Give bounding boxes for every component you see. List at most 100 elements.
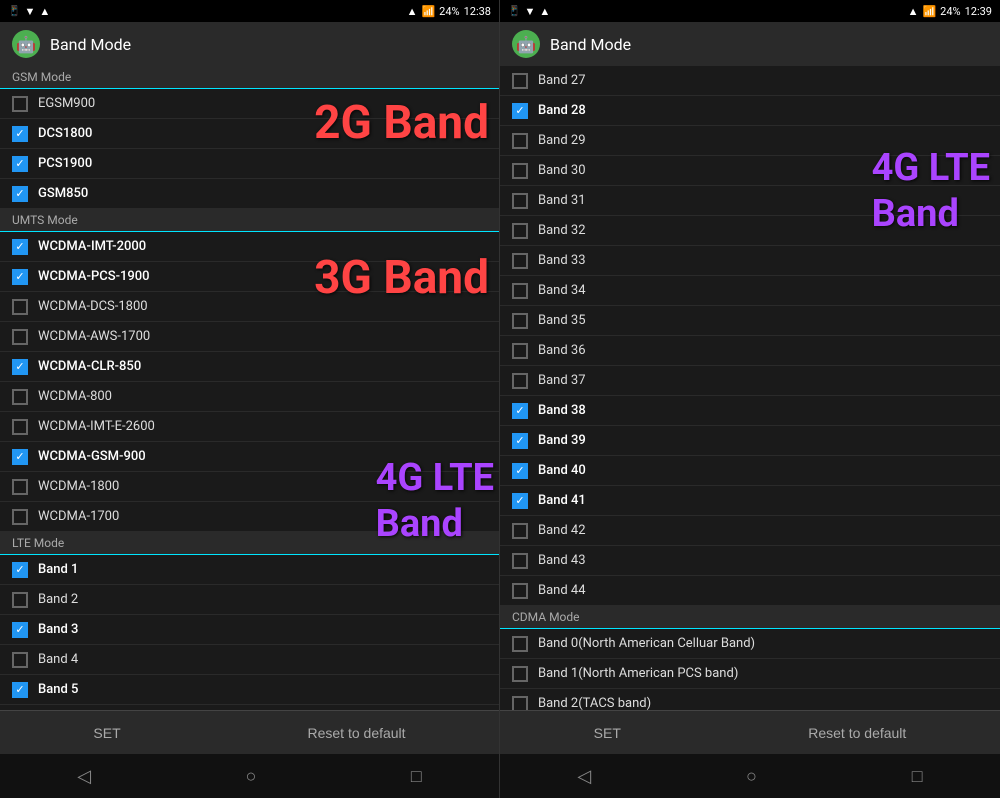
checkbox-band3[interactable] (12, 622, 28, 638)
label-wcdma-gsm-900: WCDMA-GSM-900 (38, 449, 146, 464)
list-item[interactable]: WCDMA-DCS-1800 (0, 292, 499, 322)
checkbox-r-band41[interactable] (512, 493, 528, 509)
list-item[interactable]: Band 2(TACS band) (500, 689, 1000, 710)
list-item[interactable]: Band 29 (500, 126, 1000, 156)
list-item[interactable]: Band 43 (500, 546, 1000, 576)
list-item[interactable]: Band 6 (0, 705, 499, 710)
list-item[interactable]: Band 1(North American PCS band) (500, 659, 1000, 689)
list-item[interactable]: WCDMA-AWS-1700 (0, 322, 499, 352)
list-item[interactable]: WCDMA-1700 (0, 502, 499, 532)
left-scroll-content[interactable]: GSM Mode EGSM900 DCS1800 PCS1900 GSM850 … (0, 66, 499, 710)
checkbox-wcdma-imt-e-2600[interactable] (12, 419, 28, 435)
list-item[interactable]: Band 32 (500, 216, 1000, 246)
right-recent-button[interactable]: □ (912, 766, 923, 787)
list-item[interactable]: Band 2 (0, 585, 499, 615)
right-scroll-content[interactable]: Band 27 Band 28 Band 29 Band 30 Band 31 … (500, 66, 1000, 710)
checkbox-r-band37[interactable] (512, 373, 528, 389)
right-status-bar: 📱 ▼ ▲ ▲ 📶 24% 12:39 (500, 0, 1000, 22)
checkbox-r-band40[interactable] (512, 463, 528, 479)
checkbox-r-band33[interactable] (512, 253, 528, 269)
checkbox-r-band38[interactable] (512, 403, 528, 419)
right-set-button[interactable]: SET (574, 717, 641, 749)
list-item[interactable]: WCDMA-IMT-E-2600 (0, 412, 499, 442)
checkbox-r-band27[interactable] (512, 73, 528, 89)
list-item[interactable]: Band 3 (0, 615, 499, 645)
checkbox-cdma0[interactable] (512, 636, 528, 652)
checkbox-dcs1800[interactable] (12, 126, 28, 142)
label-band3: Band 3 (38, 622, 78, 637)
left-recent-button[interactable]: □ (411, 766, 422, 787)
label-wcdma-imt-e-2600: WCDMA-IMT-E-2600 (38, 419, 155, 434)
list-item[interactable]: Band 1 (0, 555, 499, 585)
checkbox-band1[interactable] (12, 562, 28, 578)
right-panel-body: 4G LTEBand Band 27 Band 28 Band 29 Band … (500, 66, 1000, 710)
checkbox-wcdma-imt-2000[interactable] (12, 239, 28, 255)
list-item[interactable]: WCDMA-CLR-850 (0, 352, 499, 382)
checkbox-gsm850[interactable] (12, 186, 28, 202)
list-item[interactable]: Band 36 (500, 336, 1000, 366)
checkbox-wcdma-800[interactable] (12, 389, 28, 405)
checkbox-r-band30[interactable] (512, 163, 528, 179)
list-item[interactable]: WCDMA-800 (0, 382, 499, 412)
list-item[interactable]: WCDMA-PCS-1900 (0, 262, 499, 292)
list-item[interactable]: Band 31 (500, 186, 1000, 216)
left-phone-panel: 📱 ▼ ▲ ▲ 📶 24% 12:38 🤖 Band Mode 2G Band … (0, 0, 500, 798)
left-home-button[interactable]: ○ (246, 766, 257, 787)
list-item[interactable]: Band 40 (500, 456, 1000, 486)
label-band4: Band 4 (38, 652, 78, 667)
checkbox-r-band32[interactable] (512, 223, 528, 239)
checkbox-band5[interactable] (12, 682, 28, 698)
list-item[interactable]: Band 30 (500, 156, 1000, 186)
list-item[interactable]: Band 34 (500, 276, 1000, 306)
list-item[interactable]: Band 35 (500, 306, 1000, 336)
list-item[interactable]: Band 4 (0, 645, 499, 675)
checkbox-cdma2[interactable] (512, 696, 528, 711)
checkbox-r-band43[interactable] (512, 553, 528, 569)
checkbox-wcdma-gsm-900[interactable] (12, 449, 28, 465)
list-item[interactable]: Band 41 (500, 486, 1000, 516)
checkbox-r-band35[interactable] (512, 313, 528, 329)
list-item[interactable]: EGSM900 (0, 89, 499, 119)
list-item[interactable]: Band 0(North American Celluar Band) (500, 629, 1000, 659)
checkbox-r-band28[interactable] (512, 103, 528, 119)
checkbox-wcdma-1800[interactable] (12, 479, 28, 495)
checkbox-r-band34[interactable] (512, 283, 528, 299)
checkbox-egsm900[interactable] (12, 96, 28, 112)
checkbox-r-band39[interactable] (512, 433, 528, 449)
list-item[interactable]: Band 27 (500, 66, 1000, 96)
list-item[interactable]: Band 39 (500, 426, 1000, 456)
checkbox-wcdma-dcs-1800[interactable] (12, 299, 28, 315)
list-item[interactable]: Band 42 (500, 516, 1000, 546)
checkbox-band2[interactable] (12, 592, 28, 608)
checkbox-r-band31[interactable] (512, 193, 528, 209)
list-item[interactable]: Band 28 (500, 96, 1000, 126)
checkbox-r-band29[interactable] (512, 133, 528, 149)
list-item[interactable]: Band 33 (500, 246, 1000, 276)
checkbox-wcdma-1700[interactable] (12, 509, 28, 525)
list-item[interactable]: WCDMA-IMT-2000 (0, 232, 499, 262)
left-back-button[interactable]: ◁ (77, 766, 91, 787)
list-item[interactable]: WCDMA-GSM-900 (0, 442, 499, 472)
list-item[interactable]: PCS1900 (0, 149, 499, 179)
list-item[interactable]: DCS1800 (0, 119, 499, 149)
checkbox-cdma1[interactable] (512, 666, 528, 682)
list-item[interactable]: Band 37 (500, 366, 1000, 396)
right-reset-button[interactable]: Reset to default (788, 717, 926, 749)
checkbox-r-band44[interactable] (512, 583, 528, 599)
list-item[interactable]: GSM850 (0, 179, 499, 209)
list-item[interactable]: WCDMA-1800 (0, 472, 499, 502)
list-item[interactable]: Band 5 (0, 675, 499, 705)
checkbox-wcdma-pcs-1900[interactable] (12, 269, 28, 285)
left-reset-button[interactable]: Reset to default (288, 717, 426, 749)
list-item[interactable]: Band 44 (500, 576, 1000, 606)
checkbox-wcdma-clr-850[interactable] (12, 359, 28, 375)
right-back-button[interactable]: ◁ (577, 766, 591, 787)
checkbox-r-band36[interactable] (512, 343, 528, 359)
checkbox-r-band42[interactable] (512, 523, 528, 539)
list-item[interactable]: Band 38 (500, 396, 1000, 426)
checkbox-pcs1900[interactable] (12, 156, 28, 172)
right-home-button[interactable]: ○ (746, 766, 757, 787)
left-set-button[interactable]: SET (73, 717, 140, 749)
checkbox-band4[interactable] (12, 652, 28, 668)
checkbox-wcdma-aws-1700[interactable] (12, 329, 28, 345)
